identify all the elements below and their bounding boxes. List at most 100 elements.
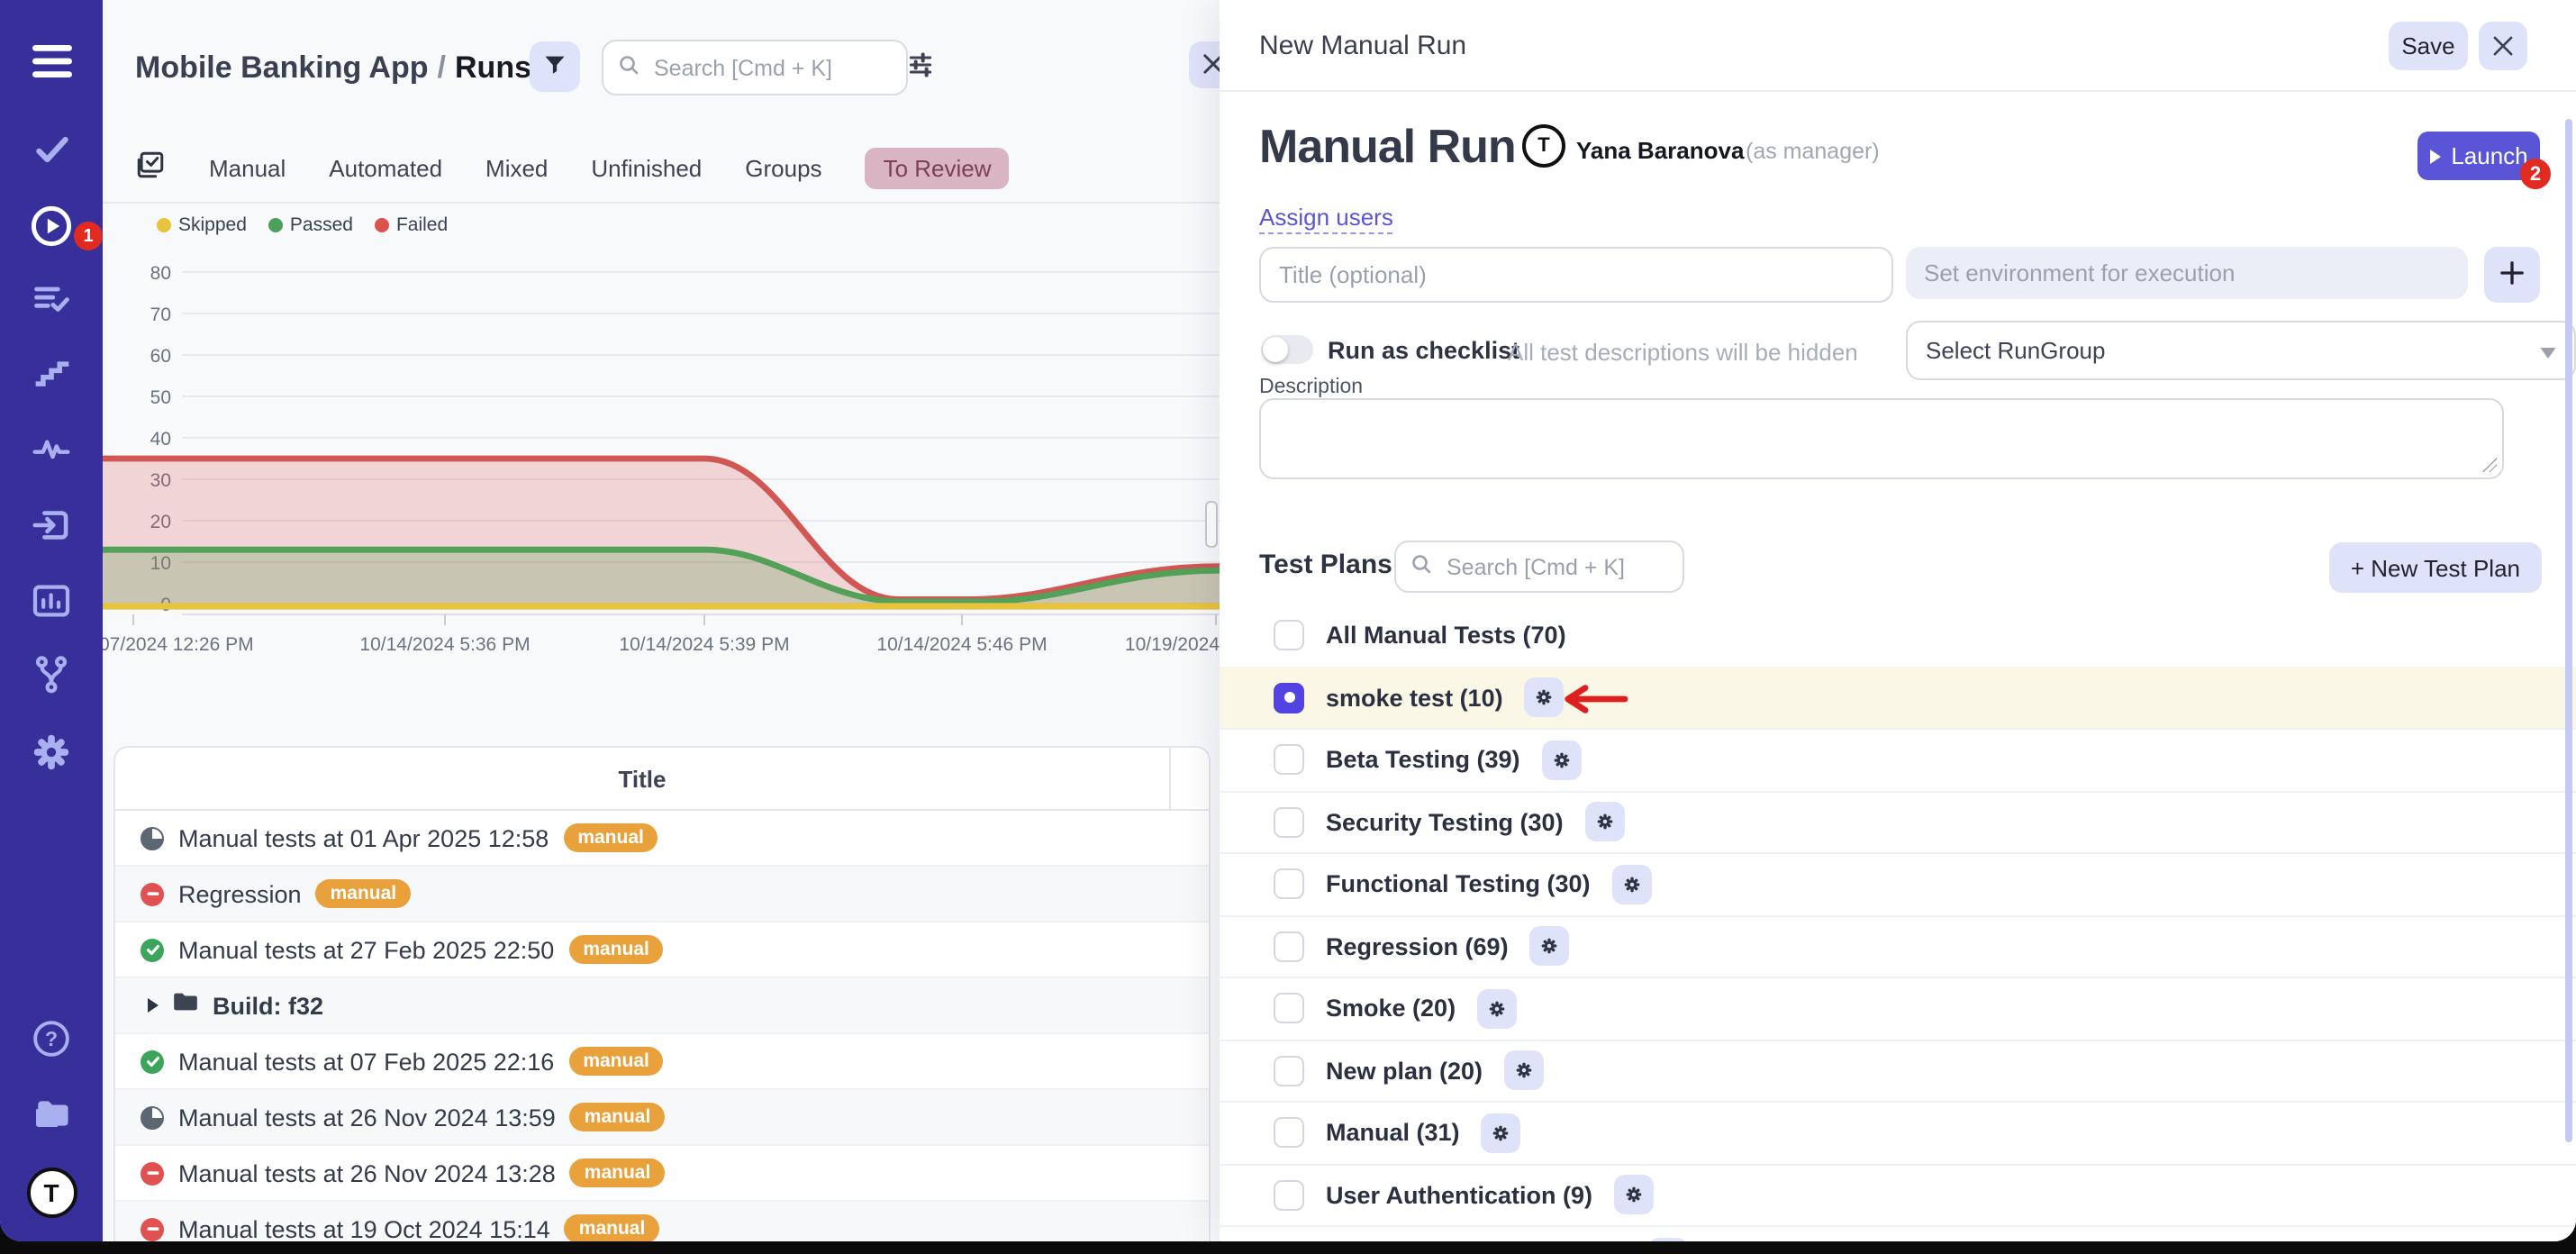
tab-select-icon[interactable] <box>135 150 166 186</box>
plan-checkbox[interactable] <box>1274 1118 1304 1149</box>
table-row[interactable]: Manual tests at 27 Feb 2025 22:50 manual <box>115 922 1209 978</box>
rungroup-select[interactable]: Select RunGroup <box>1906 321 2576 380</box>
add-environment-button[interactable] <box>2484 247 2540 303</box>
tab-to-review[interactable]: To Review <box>866 147 1010 188</box>
plan-checkbox[interactable] <box>1274 931 1304 962</box>
plan-checkbox-checked[interactable] <box>1274 683 1304 713</box>
svg-text:10/14/2024 5:36 PM: 10/14/2024 5:36 PM <box>359 634 530 655</box>
menu-icon[interactable] <box>0 43 103 79</box>
new-test-plan-button[interactable]: + New Test Plan <box>2329 542 2542 593</box>
owner-name: Yana Baranova <box>1576 137 1744 164</box>
test-plan-row[interactable]: User Authentication (9) <box>1220 1163 2576 1225</box>
test-plan-row[interactable]: Functional Testing (30) <box>1220 852 2576 914</box>
left-panel-scrollbar[interactable] <box>1205 501 1218 548</box>
branch-icon[interactable] <box>0 654 103 695</box>
plan-settings-button[interactable] <box>1530 927 1570 967</box>
pulse-icon[interactable] <box>0 429 103 468</box>
assign-users-link[interactable]: Assign users <box>1259 204 1393 234</box>
panel-close-button[interactable] <box>2479 22 2527 70</box>
steps-icon[interactable] <box>0 355 103 395</box>
plan-checkbox[interactable] <box>1274 807 1304 838</box>
right-panel-scrollbar[interactable] <box>2565 119 2572 1142</box>
plan-settings-button[interactable] <box>1482 1113 1521 1153</box>
plan-settings-button[interactable] <box>1542 741 1582 780</box>
plan-settings-button[interactable] <box>1649 1238 1689 1242</box>
breadcrumb-page: Runs <box>455 50 531 85</box>
environment-input[interactable] <box>1906 247 2468 299</box>
table-row[interactable]: Manual tests at 01 Apr 2025 12:58 manual <box>115 811 1209 867</box>
tab-unfinished[interactable]: Unfinished <box>591 154 702 181</box>
app-window: 1 ? T Mobil <box>0 0 2576 1241</box>
svg-text:10/14/2024 5:46 PM: 10/14/2024 5:46 PM <box>876 634 1047 655</box>
save-button[interactable]: Save <box>2389 22 2468 70</box>
testomat-logo[interactable]: T <box>0 1168 103 1218</box>
plan-checkbox[interactable] <box>1274 745 1304 776</box>
test-plan-row[interactable]: Beta Testing (39) <box>1220 728 2576 790</box>
bar-chart-icon[interactable] <box>0 580 103 622</box>
expand-caret-icon[interactable] <box>148 998 159 1013</box>
manual-badge: manual <box>563 822 658 852</box>
tests-check-icon[interactable] <box>0 130 103 169</box>
tab-groups[interactable]: Groups <box>745 154 821 181</box>
plan-checkbox[interactable] <box>1274 621 1304 651</box>
resize-handle-icon[interactable] <box>2482 458 2497 472</box>
column-divider <box>1169 748 1171 809</box>
plan-checkbox[interactable] <box>1274 869 1304 900</box>
test-plans-search[interactable] <box>1394 541 1684 593</box>
test-plan-row[interactable]: Security Testing (30) <box>1220 790 2576 852</box>
table-row[interactable]: Manual tests at 07 Feb 2025 22:16 manual <box>115 1034 1209 1090</box>
table-row[interactable]: Manual tests at 26 Nov 2024 13:28 manual <box>115 1146 1209 1202</box>
runs-area-chart: 0 10 20 30 40 50 60 70 80 <box>103 218 1220 672</box>
plan-settings-button[interactable] <box>1614 1176 1654 1215</box>
tab-automated[interactable]: Automated <box>329 154 442 181</box>
table-row-folder[interactable]: Build: f32 <box>115 978 1209 1034</box>
run-as-checklist-toggle[interactable] <box>1261 335 1313 364</box>
plan-checkbox[interactable] <box>1274 994 1304 1024</box>
import-icon[interactable] <box>0 504 103 546</box>
plan-settings-button[interactable] <box>1585 803 1625 842</box>
test-plan-row[interactable]: Regression (69) <box>1220 914 2576 977</box>
runs-count-badge: 1 <box>74 222 103 250</box>
plan-settings-button[interactable] <box>1612 865 1652 904</box>
test-plan-row[interactable]: New plan (20) <box>1220 1039 2576 1101</box>
list-check-icon[interactable] <box>0 279 103 319</box>
test-plan-row[interactable]: All Manual Tests (70) <box>1220 605 2576 666</box>
play-icon <box>2429 149 2440 163</box>
runs-search[interactable] <box>602 40 908 95</box>
test-plans-search-input[interactable] <box>1443 552 1668 581</box>
run-title-input[interactable] <box>1259 247 1893 303</box>
folder-icon[interactable] <box>0 1094 103 1133</box>
manual-badge: manual <box>565 1213 660 1241</box>
test-plan-row-clipped[interactable]: Account Management (11) <box>1220 1225 2576 1241</box>
test-plan-row-selected[interactable]: smoke test (10) <box>1220 666 2576 728</box>
runs-table: Title Manual tests at 01 Apr 2025 12:58 … <box>113 746 1211 1241</box>
status-failed-icon <box>141 1161 164 1185</box>
plan-checkbox[interactable] <box>1274 1056 1304 1086</box>
table-row[interactable]: Manual tests at 19 Oct 2024 15:14 manual <box>115 1202 1209 1241</box>
description-textarea[interactable] <box>1259 398 2504 479</box>
filter-button[interactable] <box>530 41 580 92</box>
test-plan-row[interactable]: Smoke (20) <box>1220 977 2576 1039</box>
breadcrumb-separator: / <box>429 50 455 85</box>
plan-settings-button[interactable] <box>1477 989 1517 1029</box>
plan-checkbox[interactable] <box>1274 1180 1304 1211</box>
runs-tabs: Manual Automated Mixed Unfinished Groups… <box>135 146 1010 189</box>
help-icon[interactable]: ? <box>0 1018 103 1059</box>
manual-badge: manual <box>568 1046 664 1076</box>
table-row[interactable]: Regression manual <box>115 867 1209 922</box>
manual-badge: manual <box>568 934 664 964</box>
plan-settings-button[interactable] <box>1504 1051 1544 1091</box>
filter-settings-icon[interactable] <box>906 50 935 88</box>
runs-search-input[interactable] <box>650 53 892 82</box>
title-column-header[interactable]: Title <box>115 765 1169 792</box>
tab-manual[interactable]: Manual <box>209 154 286 181</box>
table-row[interactable]: Manual tests at 26 Nov 2024 13:59 manual <box>115 1090 1209 1146</box>
svg-text:?: ? <box>45 1027 58 1050</box>
status-passed-icon <box>141 938 164 961</box>
chevron-down-icon <box>2540 337 2556 364</box>
breadcrumb-project[interactable]: Mobile Banking App <box>135 50 429 85</box>
owner-avatar: T <box>1522 124 1565 168</box>
test-plan-row[interactable]: Manual (31) <box>1220 1101 2576 1163</box>
settings-gear-icon[interactable] <box>0 732 103 773</box>
tab-mixed[interactable]: Mixed <box>485 154 548 181</box>
